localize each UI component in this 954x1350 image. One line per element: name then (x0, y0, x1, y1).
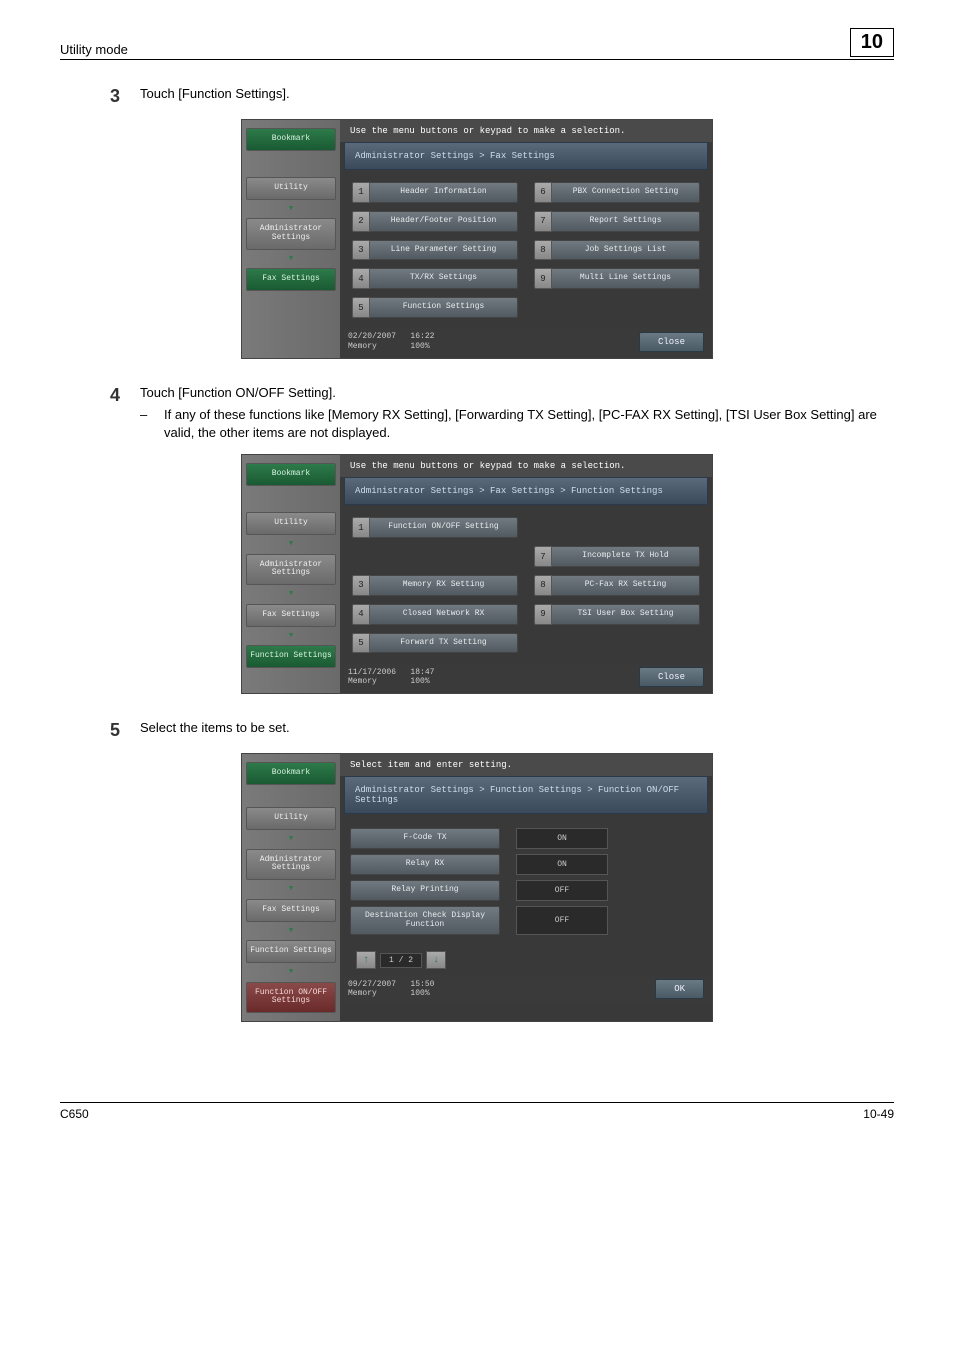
step-text-3: Touch [Function Settings]. (140, 86, 894, 107)
menu-number: 8 (534, 240, 552, 261)
setting-destination-check[interactable]: Destination Check Display Function (350, 906, 500, 936)
menu-number: 7 (534, 211, 552, 232)
chapter-number: 10 (850, 28, 894, 57)
chevron-down-icon: ▾ (246, 256, 336, 263)
menu-number: 2 (352, 211, 370, 232)
sidebar-bookmark[interactable]: Bookmark (246, 463, 336, 486)
sidebar-fax-settings[interactable]: Fax Settings (246, 268, 336, 291)
setting-value: ON (516, 828, 608, 849)
menu-number: 5 (352, 297, 370, 318)
sidebar-utility[interactable]: Utility (246, 512, 336, 535)
menu-function-settings[interactable]: Function Settings (370, 297, 518, 318)
menu-multi-line-settings[interactable]: Multi Line Settings (552, 268, 700, 289)
chevron-down-icon: ▾ (246, 591, 336, 598)
menu-header-footer-position[interactable]: Header/Footer Position (370, 211, 518, 232)
footer-page-number: 10-49 (863, 1107, 894, 1121)
menu-tx-rx-settings[interactable]: TX/RX Settings (370, 268, 518, 289)
menu-pbx-connection[interactable]: PBX Connection Setting (552, 182, 700, 203)
breadcrumb: Administrator Settings > Function Settin… (344, 776, 708, 814)
breadcrumb: Administrator Settings > Fax Settings (344, 142, 708, 170)
sidebar-function-onoff[interactable]: Function ON/OFF Settings (246, 982, 336, 1014)
sidebar-fax-settings[interactable]: Fax Settings (246, 604, 336, 627)
menu-pcfax-rx[interactable]: PC-Fax RX Setting (552, 575, 700, 596)
page-indicator: 1 / 2 (380, 953, 422, 968)
menu-number: 7 (534, 546, 552, 567)
step-number-3: 3 (60, 86, 140, 107)
status-bar: 02/20/2007 16:22 Memory 100% (348, 332, 434, 351)
setting-relay-rx[interactable]: Relay RX (350, 854, 500, 875)
sidebar-admin-settings[interactable]: Administrator Settings (246, 218, 336, 250)
menu-number: 1 (352, 182, 370, 203)
screenshot-function-settings: Bookmark Utility ▾ Administrator Setting… (241, 454, 713, 694)
menu-job-settings-list[interactable]: Job Settings List (552, 240, 700, 261)
close-button[interactable]: Close (639, 667, 704, 687)
sidebar-admin-settings[interactable]: Administrator Settings (246, 554, 336, 586)
sidebar-bookmark[interactable]: Bookmark (246, 128, 336, 151)
screen-instruction: Use the menu buttons or keypad to make a… (340, 455, 712, 477)
menu-memory-rx[interactable]: Memory RX Setting (370, 575, 518, 596)
close-button[interactable]: Close (639, 332, 704, 352)
chevron-down-icon: ▾ (246, 206, 336, 213)
step-subtext-4: If any of these functions like [Memory R… (164, 406, 894, 442)
breadcrumb: Administrator Settings > Fax Settings > … (344, 477, 708, 505)
menu-number: 8 (534, 575, 552, 596)
sidebar-bookmark[interactable]: Bookmark (246, 762, 336, 785)
menu-number: 9 (534, 604, 552, 625)
sidebar-utility[interactable]: Utility (246, 177, 336, 200)
chevron-down-icon: ▾ (246, 886, 336, 893)
menu-number: 1 (352, 517, 370, 538)
step-text-4: Touch [Function ON/OFF Setting]. (140, 385, 894, 400)
ok-button[interactable]: OK (655, 979, 704, 999)
menu-function-onoff[interactable]: Function ON/OFF Setting (370, 517, 518, 538)
status-bar: 09/27/2007 15:50 Memory 100% (348, 980, 434, 999)
sidebar-function-settings[interactable]: Function Settings (246, 645, 336, 668)
page-down-button[interactable]: ↓ (426, 951, 446, 969)
chevron-down-icon: ▾ (246, 928, 336, 935)
setting-value: OFF (516, 906, 608, 936)
page-up-button[interactable]: ↑ (356, 951, 376, 969)
page-footer: C650 10-49 (60, 1102, 894, 1121)
sidebar-function-settings[interactable]: Function Settings (246, 940, 336, 963)
menu-number: 4 (352, 604, 370, 625)
screen-instruction: Use the menu buttons or keypad to make a… (340, 120, 712, 142)
menu-tsi-user-box[interactable]: TSI User Box Setting (552, 604, 700, 625)
setting-fcode-tx[interactable]: F-Code TX (350, 828, 500, 849)
chevron-down-icon: ▾ (246, 541, 336, 548)
menu-report-settings[interactable]: Report Settings (552, 211, 700, 232)
page-header: Utility mode 10 (60, 28, 894, 60)
step-number-4: 4 (60, 385, 140, 442)
menu-number: 6 (534, 182, 552, 203)
screen-instruction: Select item and enter setting. (340, 754, 712, 776)
setting-value: OFF (516, 880, 608, 901)
menu-forward-tx[interactable]: Forward TX Setting (370, 633, 518, 654)
sidebar-fax-settings[interactable]: Fax Settings (246, 899, 336, 922)
menu-incomplete-tx-hold[interactable]: Incomplete TX Hold (552, 546, 700, 567)
step-number-5: 5 (60, 720, 140, 741)
menu-number: 9 (534, 268, 552, 289)
menu-closed-network-rx[interactable]: Closed Network RX (370, 604, 518, 625)
menu-number: 3 (352, 575, 370, 596)
menu-number: 4 (352, 268, 370, 289)
footer-model: C650 (60, 1107, 89, 1121)
bullet-dash: – (140, 406, 164, 442)
step-text-5: Select the items to be set. (140, 720, 894, 741)
menu-number: 3 (352, 240, 370, 261)
menu-line-parameter[interactable]: Line Parameter Setting (370, 240, 518, 261)
menu-header-information[interactable]: Header Information (370, 182, 518, 203)
sidebar-utility[interactable]: Utility (246, 807, 336, 830)
chevron-down-icon: ▾ (246, 836, 336, 843)
setting-value: ON (516, 854, 608, 875)
screenshot-function-onoff: Bookmark Utility ▾ Administrator Setting… (241, 753, 713, 1022)
screenshot-fax-settings: Bookmark Utility ▾ Administrator Setting… (241, 119, 713, 359)
header-title: Utility mode (60, 42, 128, 57)
chevron-down-icon: ▾ (246, 633, 336, 640)
status-bar: 11/17/2006 18:47 Memory 100% (348, 668, 434, 687)
sidebar-admin-settings[interactable]: Administrator Settings (246, 849, 336, 881)
menu-number: 5 (352, 633, 370, 654)
setting-relay-printing[interactable]: Relay Printing (350, 880, 500, 901)
chevron-down-icon: ▾ (246, 969, 336, 976)
